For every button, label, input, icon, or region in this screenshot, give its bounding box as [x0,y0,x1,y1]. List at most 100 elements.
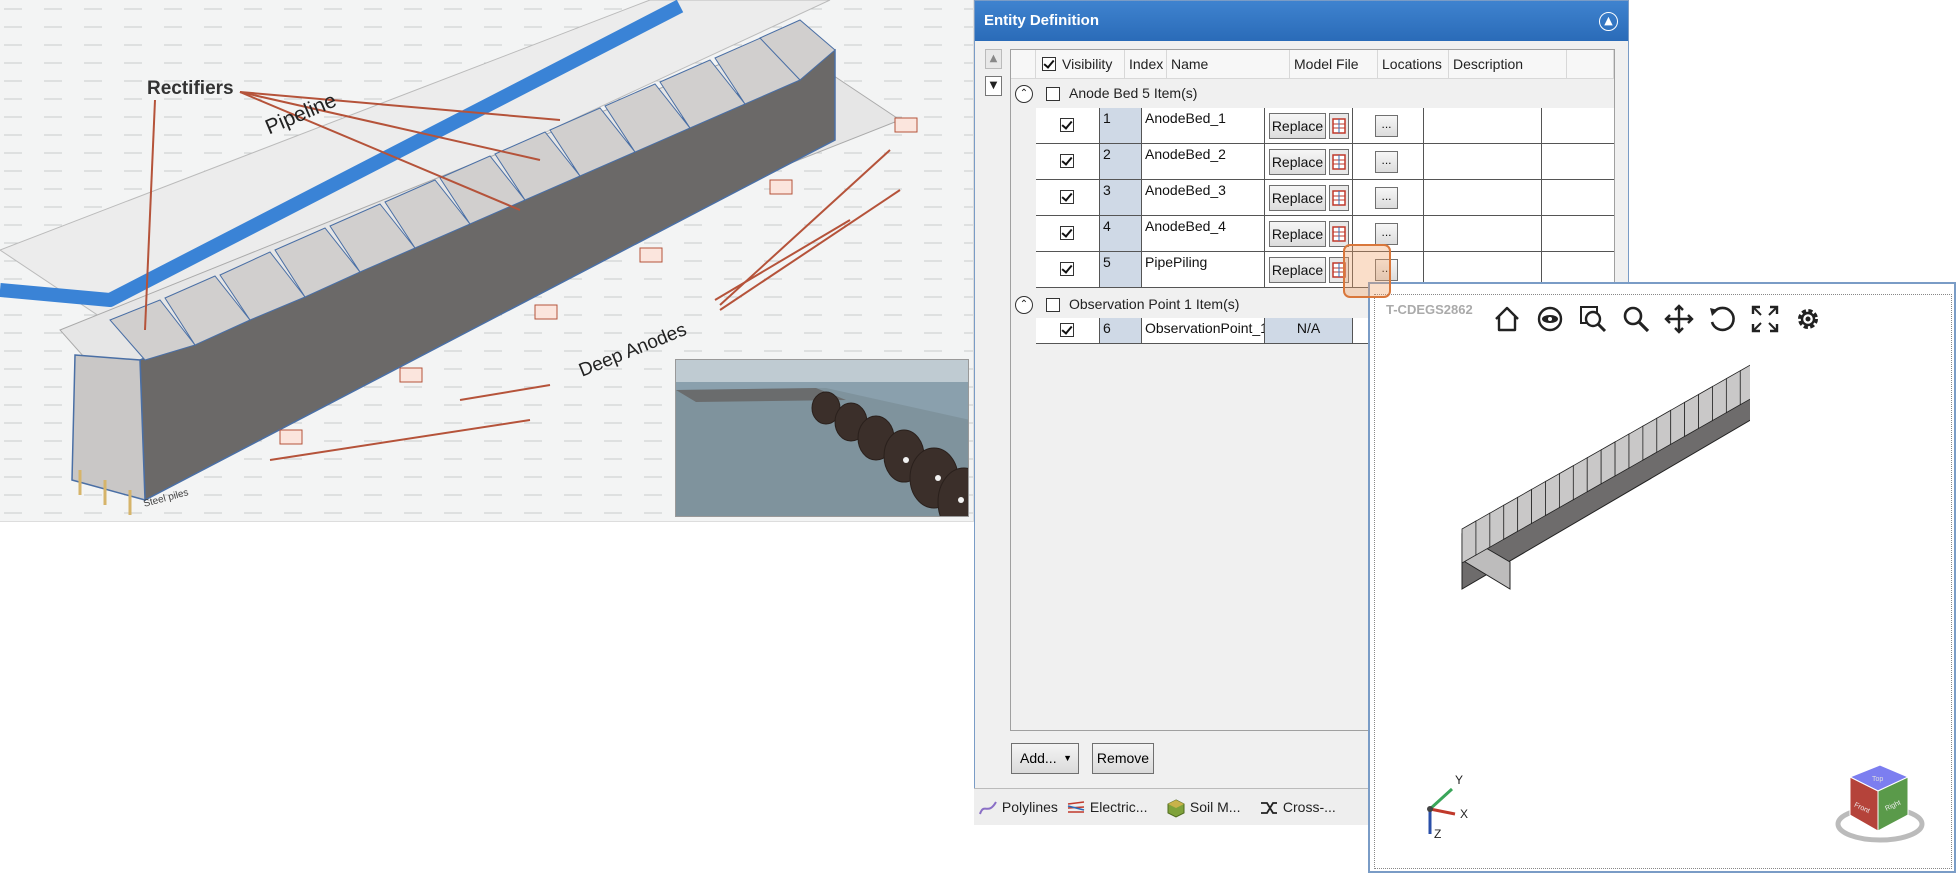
replace-model-button[interactable]: Replace [1269,185,1326,211]
replace-model-button[interactable]: Replace [1269,149,1326,175]
model-file-cell: Replace [1265,180,1353,215]
locations-button[interactable]: ... [1375,223,1398,245]
group-collapse-toggle[interactable]: ⌃ [1015,296,1033,314]
group-visibility-checkbox[interactable] [1046,298,1060,312]
rectifiers-label: Rectifiers [147,78,234,99]
move-down-button[interactable]: ▼ [985,76,1002,96]
settings-icon[interactable] [1793,304,1823,334]
header-locations[interactable]: Locations [1378,50,1449,79]
collapse-panel-button[interactable]: ▲ [1599,12,1618,31]
tab-polylines[interactable]: Polylines [978,796,1058,818]
tab-soil-model[interactable]: Soil M... [1166,796,1240,818]
replace-model-button[interactable]: Replace [1269,113,1326,139]
visibility-all-checkbox[interactable] [1042,57,1056,71]
fit-screen-icon[interactable] [1750,304,1780,334]
remove-entity-button[interactable]: Remove [1092,743,1154,774]
locations-cell: ... [1353,144,1424,179]
panel-title: Entity Definition [975,1,1628,41]
cross-section-icon [1261,802,1277,815]
screen: Rectifiers Pipeline Deep Anodes Steel pi… [0,0,1956,873]
name-cell[interactable]: ObservationPoint_1 [1142,318,1265,343]
axis-z-label: Z [1434,827,1441,841]
description-cell[interactable] [1424,180,1542,215]
locations-button[interactable]: ... [1375,187,1398,209]
tab-soil-model-label: Soil M... [1189,799,1241,815]
header-model-file[interactable]: Model File [1290,50,1378,79]
name-cell[interactable]: AnodeBed_3 [1142,180,1265,215]
model-preview-icon [1332,226,1346,242]
view-cube[interactable]: Top Front Right [1830,749,1930,849]
index-cell: 2 [1100,144,1142,179]
visibility-checkbox[interactable] [1060,323,1074,337]
reference-illustration: Rectifiers Pipeline Deep Anodes Steel pi… [0,0,974,522]
visibility-checkbox[interactable] [1060,154,1074,168]
group-visibility-checkbox[interactable] [1046,87,1060,101]
tab-cross-section-label: Cross-... [1282,799,1336,815]
table-row[interactable]: 3 AnodeBed_3 Replace ... [1036,180,1614,216]
chevron-up-icon: ▲ [1604,14,1613,27]
name-cell[interactable]: AnodeBed_1 [1142,108,1265,143]
pipe-piling-3d-model [1461,364,1750,590]
bottom-tab-bar: Polylines Electric... Soil M... Cross-..… [974,788,1374,825]
model-preview-button[interactable] [1329,221,1349,247]
group-anode-bed: ⌃ Anode Bed 5 Item(s) [1011,79,1614,108]
visibility-checkbox[interactable] [1060,118,1074,132]
model-preview-button[interactable] [1329,185,1349,211]
model-file-cell: Replace [1265,252,1353,287]
move-up-button[interactable]: ▲ [985,49,1002,69]
arrow-up-icon: ▲ [989,53,998,64]
tab-cross-section[interactable]: Cross-... [1259,796,1336,818]
locations-button[interactable]: ... [1375,151,1398,173]
axis-x-label: X [1460,807,1468,821]
model-preview-button[interactable] [1329,149,1349,175]
name-cell[interactable]: AnodeBed_2 [1142,144,1265,179]
electric-icon [1067,801,1085,814]
index-cell: 5 [1100,252,1142,287]
header-visibility-label: Visibility [1062,56,1113,72]
group-label: Observation Point 1 Item(s) [1069,296,1240,312]
table-row[interactable]: 1 AnodeBed_1 Replace ... [1036,108,1614,144]
header-spacer [1011,50,1036,79]
description-cell[interactable] [1424,216,1542,251]
name-cell[interactable]: PipePiling [1142,252,1265,287]
visibility-checkbox[interactable] [1060,190,1074,204]
header-visibility[interactable]: Visibility [1036,50,1125,79]
model-file-cell: Replace [1265,144,1353,179]
locations-cell: ... [1353,108,1424,143]
locations-button[interactable]: ... [1375,115,1398,137]
header-spacer-end [1567,50,1614,79]
index-cell: 4 [1100,216,1142,251]
model-preview-icon [1332,190,1346,206]
cube-top-label: Top [1872,776,1883,783]
pile-fin [1739,364,1750,406]
index-cell: 1 [1100,108,1142,143]
tab-electric[interactable]: Electric... [1066,796,1147,818]
axis-y-label: Y [1455,773,1463,787]
table-row[interactable]: 2 AnodeBed_2 Replace ... [1036,144,1614,180]
axis-triad: Y X Z [1427,773,1468,841]
header-name[interactable]: Name [1167,50,1290,79]
group-label: Anode Bed 5 Item(s) [1069,85,1198,101]
header-index[interactable]: Index [1125,50,1167,79]
highlighted-model-preview-button[interactable] [1343,244,1391,298]
replace-model-button[interactable]: Replace [1269,257,1326,283]
replace-model-button[interactable]: Replace [1269,221,1326,247]
model-file-cell: Replace [1265,108,1353,143]
name-cell[interactable]: AnodeBed_4 [1142,216,1265,251]
description-cell[interactable] [1424,108,1542,143]
model-preview-button[interactable] [1329,113,1349,139]
table-row[interactable]: 4 AnodeBed_4 Replace ... [1036,216,1614,252]
visibility-checkbox[interactable] [1060,262,1074,276]
visibility-checkbox[interactable] [1060,226,1074,240]
add-entity-button[interactable]: Add... ▼ [1011,743,1079,774]
visibility-cell [1036,216,1100,251]
index-cell: 6 [1100,318,1142,343]
visibility-cell [1036,180,1100,215]
add-button-label: Add... [1020,750,1057,766]
model-file-cell: N/A [1265,318,1353,343]
header-description[interactable]: Description [1449,50,1567,79]
model-viewer-window: T-CDEGS2862 Y X Z Top Front Right [1368,282,1956,873]
description-cell[interactable] [1424,144,1542,179]
group-collapse-toggle[interactable]: ⌃ [1015,85,1033,103]
visibility-cell [1036,252,1100,287]
